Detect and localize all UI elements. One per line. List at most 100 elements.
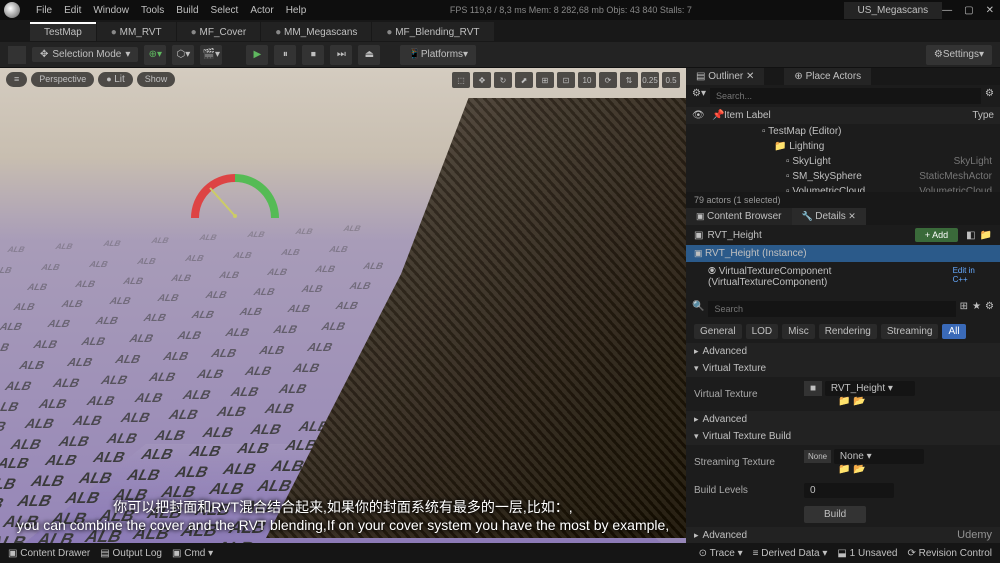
eject-button[interactable]: ⏏ xyxy=(358,45,380,65)
asset-tabs: TestMap ● MM_RVT ● MF_Cover ● MM_Megasca… xyxy=(0,20,1000,42)
sequencer-button[interactable]: 🎬▾ xyxy=(200,45,222,65)
content-browser-tab[interactable]: ▣ Content Browser xyxy=(686,208,792,225)
show-button[interactable]: Show xyxy=(137,72,176,87)
prop-streaming-texture: Streaming Texture None None ▾📁 📂 xyxy=(686,445,1000,479)
edit-cpp-link[interactable]: Edit in C++ xyxy=(953,266,992,288)
menu-file[interactable]: File xyxy=(36,5,52,16)
filter-all[interactable]: All xyxy=(942,324,965,339)
tree-row[interactable]: ▫ TestMap (Editor) xyxy=(686,124,1000,139)
menu-select[interactable]: Select xyxy=(211,5,239,16)
vp-tool-0[interactable]: ⬚ xyxy=(452,72,470,88)
rotation-gizmo[interactable] xyxy=(180,168,290,228)
content-drawer-button[interactable]: ▣ Content Drawer xyxy=(8,548,90,559)
vp-snap-10[interactable]: 10 xyxy=(578,72,596,88)
prop-build: Build xyxy=(686,502,1000,527)
tab-mf-cover[interactable]: ● MF_Cover xyxy=(177,22,261,41)
st-dropdown[interactable]: None ▾ xyxy=(834,449,924,464)
grid-icon[interactable]: ⊞ xyxy=(960,301,968,317)
menu-window[interactable]: Window xyxy=(93,5,129,16)
outliner-search[interactable] xyxy=(710,88,981,104)
menu-edit[interactable]: Edit xyxy=(64,5,81,16)
settings-button[interactable]: ⚙ Settings ▾ xyxy=(926,45,992,65)
perspective-button[interactable]: Perspective xyxy=(31,72,94,87)
place-actors-tab[interactable]: ⊕ Place Actors xyxy=(784,68,871,85)
build-button[interactable]: Build xyxy=(804,506,866,523)
filter-rendering[interactable]: Rendering xyxy=(819,324,877,339)
filter-general[interactable]: General xyxy=(694,324,742,339)
vp-tool-7[interactable]: ⟳ xyxy=(599,72,617,88)
play-button[interactable]: ▶ xyxy=(246,45,268,65)
details-tab[interactable]: 🔧 Details ✕ xyxy=(792,208,866,225)
gear-icon[interactable]: ⚙ xyxy=(985,301,994,317)
vp-tool-5[interactable]: ⊡ xyxy=(557,72,575,88)
tree-row[interactable]: ▫ VolumetricCloudVolumetricCloud xyxy=(686,184,1000,192)
vp-tool-2[interactable]: ↻ xyxy=(494,72,512,88)
cmd-dropdown[interactable]: ▣ Cmd ▾ xyxy=(172,548,213,559)
platforms-button[interactable]: 📱 Platforms ▾ xyxy=(400,45,476,65)
add-button[interactable]: ⊕▾ xyxy=(144,45,166,65)
derived-data-button[interactable]: ≡ Derived Data ▾ xyxy=(753,548,828,559)
outliner-header: 👁📌 Item Label Type xyxy=(686,107,1000,124)
instance-row[interactable]: ▣ RVT_Height (Instance) xyxy=(686,245,1000,262)
vp-tool-4[interactable]: ⊞ xyxy=(536,72,554,88)
outliner-status: 79 actors (1 selected) xyxy=(686,192,1000,208)
pause-button[interactable]: ⏸ xyxy=(274,45,296,65)
viewport-menu[interactable]: ≡ xyxy=(6,72,27,87)
menu-build[interactable]: Build xyxy=(176,5,198,16)
tab-mf-blending[interactable]: ● MF_Blending_RVT xyxy=(372,22,493,41)
filter-misc[interactable]: Misc xyxy=(782,324,815,339)
revision-button[interactable]: ⟳ Revision Control xyxy=(907,548,992,559)
menu-help[interactable]: Help xyxy=(286,5,307,16)
menu-tools[interactable]: Tools xyxy=(141,5,164,16)
detail-filters: General LOD Misc Rendering Streaming All xyxy=(686,320,1000,343)
section-virtual-texture[interactable]: ▾ Virtual Texture xyxy=(686,360,1000,377)
build-levels-input[interactable]: 0 xyxy=(804,483,894,498)
section-advanced2[interactable]: ▸ Advanced xyxy=(686,411,1000,428)
vp-snap-025[interactable]: 0.25 xyxy=(641,72,659,88)
menu-actor[interactable]: Actor xyxy=(250,5,273,16)
filter-lod[interactable]: LOD xyxy=(746,324,779,339)
tab-mm-megascans[interactable]: ● MM_Megascans xyxy=(261,22,371,41)
save-button[interactable] xyxy=(8,46,26,64)
section-advanced3[interactable]: ▸ Advanced xyxy=(686,527,1000,544)
vt-dropdown[interactable]: RVT_Height ▾ xyxy=(825,381,915,396)
tab-testmap[interactable]: TestMap xyxy=(30,22,96,41)
tree-row[interactable]: ▫ SM_SkySphereStaticMeshActor xyxy=(686,169,1000,184)
details-search[interactable] xyxy=(708,301,955,317)
tab-mm-rvt[interactable]: ● MM_RVT xyxy=(97,22,176,41)
menu-bar: File Edit Window Tools Build Select Acto… xyxy=(0,0,1000,20)
minimize-icon[interactable]: — xyxy=(942,5,952,16)
star-icon[interactable]: ★ xyxy=(972,301,981,317)
add-component-button[interactable]: + Add xyxy=(915,228,958,242)
section-advanced[interactable]: ▸ Advanced xyxy=(686,343,1000,360)
unsaved-button[interactable]: ⬓ 1 Unsaved xyxy=(837,548,897,559)
filter-streaming[interactable]: Streaming xyxy=(881,324,939,339)
trace-button[interactable]: ⊙ Trace ▾ xyxy=(699,548,743,559)
right-tab[interactable]: US_Megascans xyxy=(844,2,943,19)
component-row[interactable]: 🞊 VirtualTextureComponent (VirtualTextur… xyxy=(686,262,1000,292)
skip-button[interactable]: ⏭ xyxy=(330,45,352,65)
vp-tool-1[interactable]: ✥ xyxy=(473,72,491,88)
close-icon[interactable]: ✕ xyxy=(986,5,994,16)
vp-snap-05[interactable]: 0.5 xyxy=(662,72,680,88)
viewport[interactable]: ≡ Perspective ● Lit Show ⬚ ✥ ↻ ⬈ ⊞ ⊡ 10 … xyxy=(0,68,686,563)
filter-icon[interactable]: ⚙▾ xyxy=(692,88,706,104)
maximize-icon[interactable]: ▢ xyxy=(964,5,973,16)
rock-mesh xyxy=(266,98,686,538)
blueprint-icon[interactable]: ◧ xyxy=(966,230,975,241)
settings-icon[interactable]: ⚙ xyxy=(985,88,994,104)
lit-button[interactable]: ● Lit xyxy=(98,72,133,87)
section-vt-build[interactable]: ▾ Virtual Texture Build xyxy=(686,428,1000,445)
stop-button[interactable]: ⏹ xyxy=(302,45,324,65)
marketplace-button[interactable]: ⬡▾ xyxy=(172,45,194,65)
tree-row[interactable]: ▫ SkyLightSkyLight xyxy=(686,154,1000,169)
outliner-tree[interactable]: ▫ TestMap (Editor)📁 Lighting▫ SkyLightSk… xyxy=(686,124,1000,192)
watermark: Udemy xyxy=(957,529,992,541)
vp-tool-3[interactable]: ⬈ xyxy=(515,72,533,88)
tree-row[interactable]: 📁 Lighting xyxy=(686,139,1000,154)
output-log-button[interactable]: ▤ Output Log xyxy=(100,548,162,559)
selection-mode[interactable]: ✥ Selection Mode ▾ xyxy=(32,47,138,62)
browse-icon[interactable]: 📁 xyxy=(980,230,992,241)
outliner-tab[interactable]: ▤ Outliner ✕ xyxy=(686,68,764,85)
vp-tool-8[interactable]: ⇅ xyxy=(620,72,638,88)
